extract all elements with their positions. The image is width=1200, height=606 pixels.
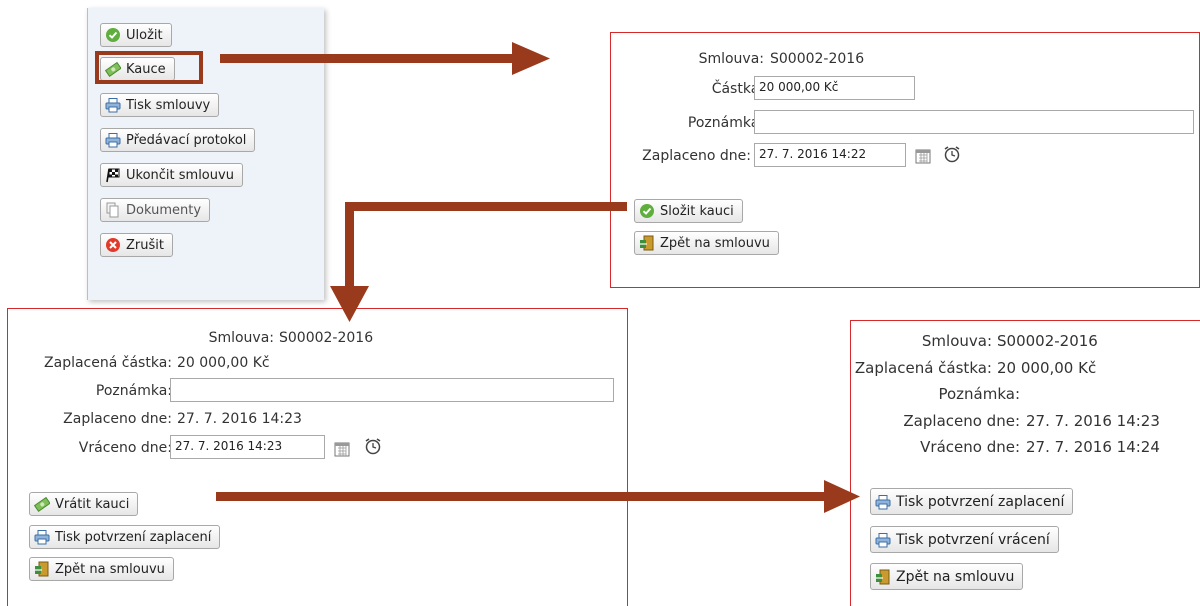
flow-arrows: [216, 42, 860, 513]
arrow-to-return-dialog: [330, 202, 627, 322]
arrow-to-payment-dialog: [220, 42, 550, 75]
arrow-to-summary-dialog: [216, 480, 860, 513]
